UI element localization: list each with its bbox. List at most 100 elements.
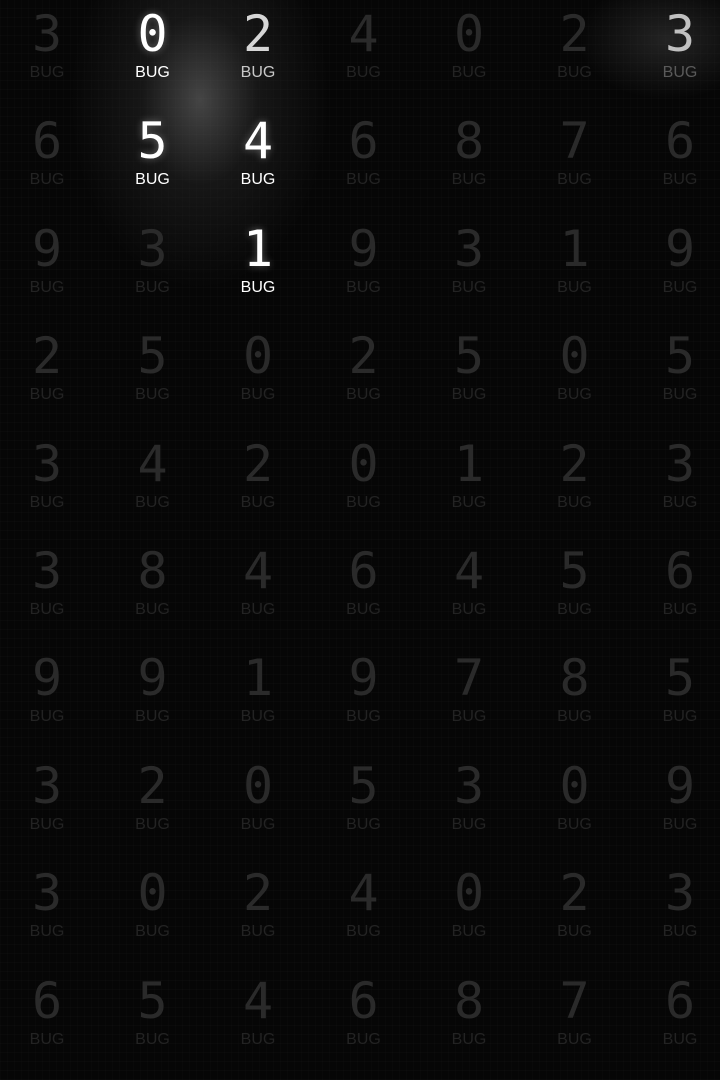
bug-tile[interactable]: 2 BUG [207,428,309,534]
bug-tile[interactable]: 7 BUG [418,642,520,748]
bug-tile[interactable]: 1 BUG [524,213,626,319]
tile-number: 2 [242,5,274,63]
tile-label: BUG [451,923,487,941]
bug-tile[interactable]: 2 BUG [524,428,626,534]
bug-tile[interactable]: 2 BUG [313,320,415,426]
bug-tile[interactable]: 0 BUG [418,0,520,104]
bug-tile[interactable]: 3 BUG [629,857,720,963]
bug-tile[interactable]: 4 BUG [418,535,520,641]
bug-tile[interactable]: 6 BUG [0,105,98,211]
bug-tile[interactable]: 5 BUG [418,320,520,426]
bug-tile[interactable]: 5 BUG [629,320,720,426]
bug-tile[interactable]: 8 BUG [524,642,626,748]
tile-label: BUG [451,815,487,833]
tile-number: 0 [453,5,485,63]
bug-tile[interactable]: 0 BUG [102,857,204,963]
bug-tile[interactable]: 3 BUG [418,750,520,856]
bug-tile[interactable]: 4 BUG [102,428,204,534]
bug-tile[interactable]: 0 BUG [102,0,204,104]
tile-label: BUG [240,64,276,81]
tile-label: BUG [346,278,381,296]
bug-tile[interactable]: 0 BUG [313,428,415,534]
bug-tile[interactable]: 2 BUG [207,0,309,104]
bug-tile[interactable]: 5 BUG [102,105,204,211]
bug-tile[interactable]: 4 BUG [207,965,309,1071]
bug-tile[interactable]: 5 BUG [524,535,626,641]
bug-tile[interactable]: 2 BUG [102,750,204,856]
bug-tile[interactable]: 8 BUG [418,965,520,1071]
bug-tile[interactable]: 8 BUG [418,105,520,211]
tile-number: 2 [242,864,274,923]
bug-tile[interactable]: 9 BUG [313,213,415,319]
tile-number: 4 [242,542,274,600]
bug-tile[interactable]: 9 BUG [629,213,720,319]
tile-label: BUG [557,601,592,618]
bug-tile[interactable]: 3 BUG [0,750,98,856]
bug-tile[interactable]: 5 BUG [102,965,204,1071]
bug-tile[interactable]: 0 BUG [524,320,626,426]
tile-number: 1 [453,434,485,493]
tile-number: 9 [31,219,63,278]
bug-tile[interactable]: 3 BUG [418,213,520,319]
tile-label: BUG [662,278,698,296]
bug-tile[interactable]: 2 BUG [0,320,98,426]
tile-label: BUG [557,386,592,404]
bug-tile[interactable]: 6 BUG [313,105,415,211]
bug-tile[interactable]: 4 BUG [313,0,415,104]
bug-tile[interactable]: 3 BUG [629,0,720,104]
bug-tile[interactable]: 4 BUG [207,105,309,211]
bug-tile[interactable]: 9 BUG [629,750,720,856]
tile-label: BUG [662,601,698,618]
tile-label: BUG [135,1030,170,1048]
tile-number: 5 [559,542,590,600]
bug-tile[interactable]: 3 BUG [0,535,98,641]
bug-tile[interactable]: 0 BUG [418,857,520,963]
bug-tile[interactable]: 5 BUG [313,750,415,856]
tile-label: BUG [29,386,65,404]
bug-tile[interactable]: 2 BUG [207,857,309,963]
bug-tile[interactable]: 3 BUG [0,428,98,534]
bug-tile[interactable]: 6 BUG [629,105,720,211]
bug-tile[interactable]: 9 BUG [102,642,204,748]
tile-label: BUG [29,64,65,81]
bug-tile[interactable]: 1 BUG [418,428,520,534]
tile-label: BUG [135,708,170,726]
tile-label: BUG [346,171,381,189]
bug-tile[interactable]: 3 BUG [102,213,204,319]
tile-number: 4 [453,542,485,600]
bug-tile[interactable]: 3 BUG [0,0,98,104]
bug-tile[interactable]: 6 BUG [313,535,415,641]
bug-tile[interactable]: 7 BUG [524,105,626,211]
tile-number: 0 [242,327,274,386]
tile-number: 3 [453,219,485,278]
bug-tile[interactable]: 7 BUG [524,965,626,1071]
bug-tile[interactable]: 6 BUG [629,535,720,641]
bug-tile[interactable]: 6 BUG [629,965,720,1071]
bug-tile[interactable]: 1 BUG [207,642,309,748]
bug-tile[interactable]: 8 BUG [102,535,204,641]
bug-tile[interactable]: 2 BUG [524,857,626,963]
bug-tile[interactable]: 9 BUG [0,642,98,748]
bug-tile[interactable]: 9 BUG [313,642,415,748]
bug-tile[interactable]: 0 BUG [207,320,309,426]
bug-tile[interactable]: 9 BUG [0,213,98,319]
tile-number: 6 [348,971,379,1030]
bug-tile[interactable]: 4 BUG [207,535,309,641]
bug-tile[interactable]: 3 BUG [0,857,98,963]
tile-label: BUG [29,1030,65,1048]
bug-tile[interactable]: 6 BUG [0,965,98,1071]
tile-label: BUG [29,601,65,618]
bug-tile[interactable]: 5 BUG [629,642,720,748]
bug-tile[interactable]: 6 BUG [313,965,415,1071]
bug-tile[interactable]: 3 BUG [629,428,720,534]
tile-number: 5 [664,327,696,386]
bug-tile[interactable]: 5 BUG [102,320,204,426]
tile-label: BUG [557,1030,592,1048]
tile-label: BUG [557,171,592,189]
bug-tile[interactable]: 4 BUG [313,857,415,963]
bug-tile[interactable]: 0 BUG [207,750,309,856]
bug-tile[interactable]: 2 BUG [524,0,626,104]
bug-tile[interactable]: 1 BUG [207,213,309,319]
bug-tile[interactable]: 0 BUG [524,750,626,856]
tile-label: BUG [29,708,65,726]
